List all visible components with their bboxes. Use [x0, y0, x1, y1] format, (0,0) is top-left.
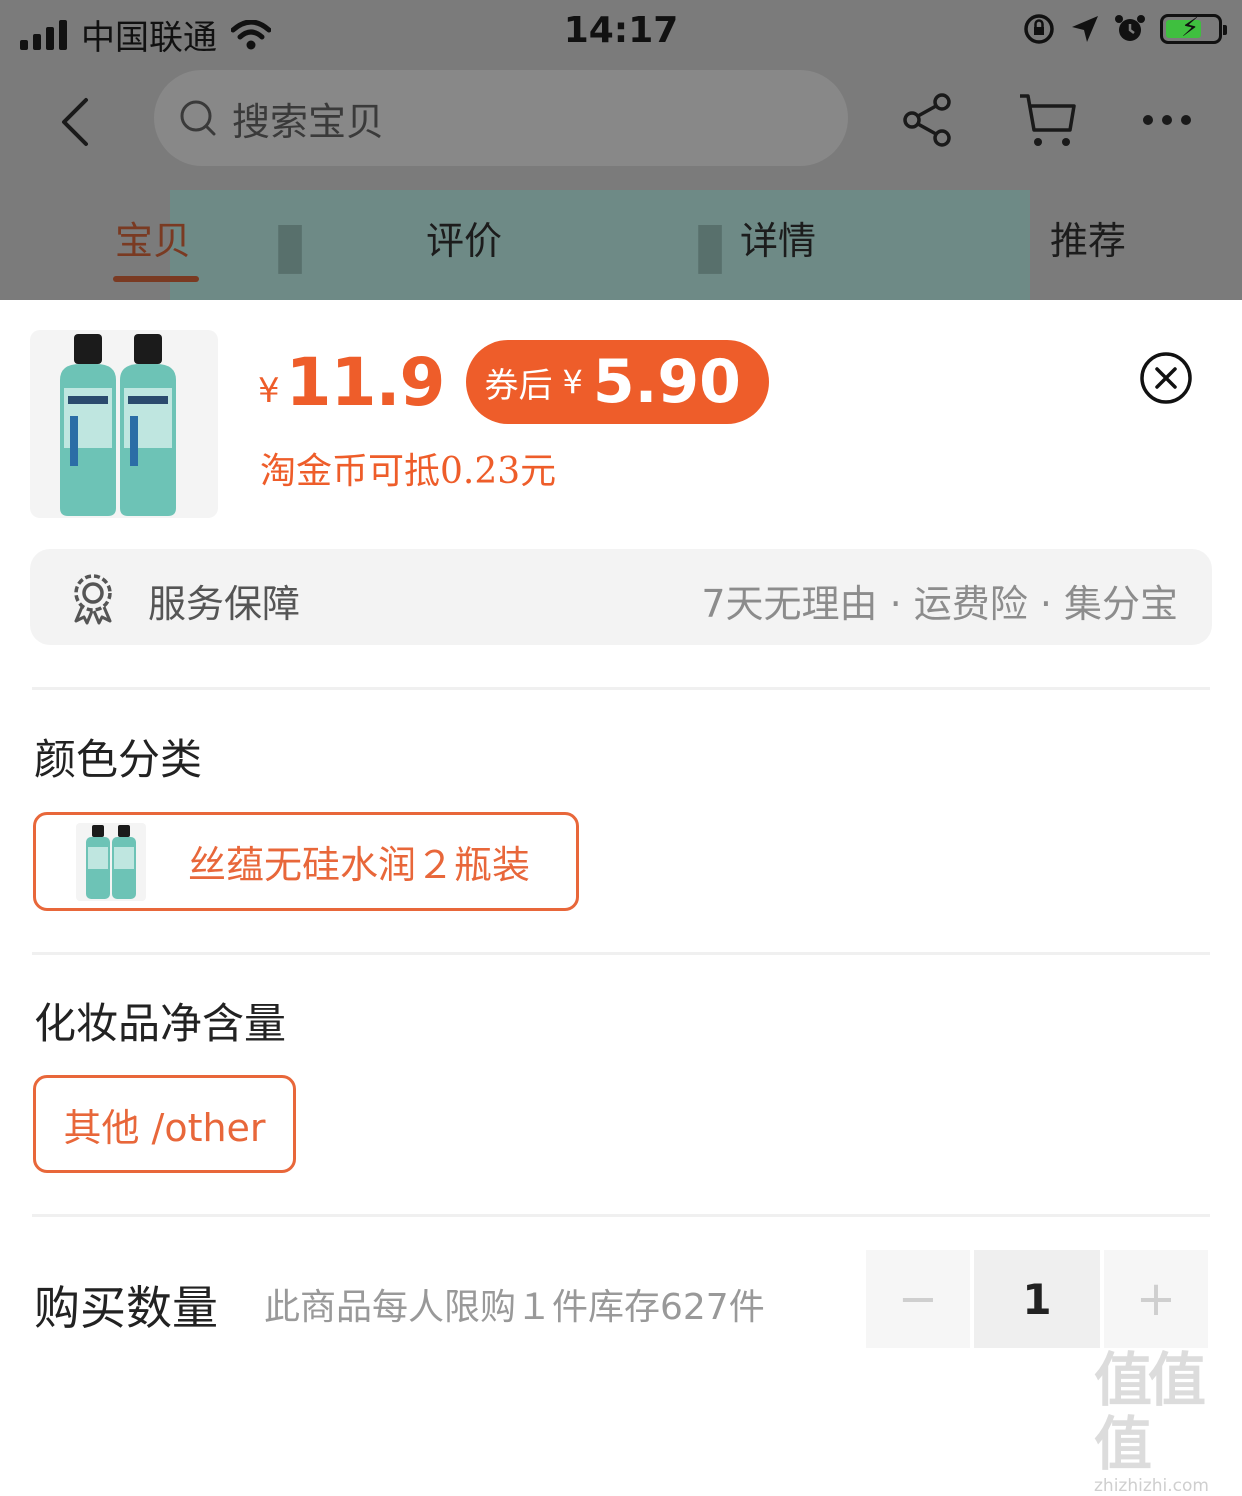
color-option-thumbnail [76, 822, 146, 901]
divider [32, 952, 1210, 955]
coupon-price-badge: 券后 ¥ 5.90 [466, 340, 769, 424]
color-section-title: 颜色分类 [34, 735, 203, 784]
shampoo-bottles-image [60, 334, 176, 516]
close-icon[interactable] [1138, 350, 1194, 406]
tab-bar: 宝贝 评价 详情 推荐 [0, 210, 1242, 300]
quantity-value[interactable]: 1 [974, 1250, 1100, 1348]
active-tab-indicator [113, 276, 199, 282]
tab-reviews[interactable]: 评价 [426, 210, 502, 265]
location-arrow-icon [1072, 16, 1098, 42]
product-thumbnail[interactable] [30, 330, 218, 518]
price-line: ¥ 11.9 券后 ¥ 5.90 [258, 340, 769, 424]
color-option-chip[interactable]: 丝蕴无硅水润２瓶装 [33, 812, 579, 911]
tab-details[interactable]: 详情 [740, 210, 816, 265]
volume-option-label: 其他 /other [63, 1105, 266, 1150]
search-bar[interactable]: 搜索宝贝 [154, 70, 848, 166]
background-page-overlay[interactable]: 中国联通 14:17 ⚡ 搜索宝贝 ▮ ▮ 宝贝 评价 详情 推荐 [0, 0, 1242, 300]
status-bar: 中国联通 14:17 ⚡ [0, 0, 1242, 64]
tab-baobei[interactable]: 宝贝 [115, 210, 191, 265]
quantity-limit-note: 此商品每人限购１件库存627件 [264, 1287, 765, 1328]
coupon-price-value: 5.90 [592, 347, 741, 417]
price-currency: ¥ [258, 371, 280, 411]
increment-button[interactable]: + [1104, 1250, 1208, 1348]
sku-selection-sheet: ¥ 11.9 券后 ¥ 5.90 淘金币可抵0.23元 服务保障 7天无理由 ·… [0, 300, 1242, 1440]
service-items: 7天无理由 · 运费险 · 集分宝 [701, 582, 1178, 626]
rotation-lock-icon [1024, 14, 1054, 44]
more-icon[interactable] [1138, 90, 1198, 150]
service-guarantee-row[interactable]: 服务保障 7天无理由 · 运费险 · 集分宝 [30, 549, 1212, 645]
tab-recommend[interactable]: 推荐 [1050, 210, 1126, 265]
watermark-logo: 值值值 zhizhizhi.com [1094, 1348, 1234, 1496]
divider [32, 1214, 1210, 1217]
service-title: 服务保障 [148, 582, 301, 626]
quantity-stepper: − 1 + [866, 1250, 1210, 1348]
badge-icon [74, 574, 112, 625]
search-placeholder: 搜索宝贝 [232, 99, 385, 144]
volume-section-title: 化妆品净含量 [34, 999, 287, 1048]
watermark-url: zhizhizhi.com [1094, 1476, 1209, 1496]
quantity-label: 购买数量 [34, 1281, 218, 1335]
back-icon[interactable] [50, 92, 110, 152]
decrement-button[interactable]: − [866, 1250, 970, 1348]
divider [32, 687, 1210, 690]
coupon-currency: ¥ [562, 363, 583, 401]
nav-bar: 搜索宝贝 [0, 64, 1242, 184]
search-icon [180, 100, 216, 136]
alarm-icon [1115, 15, 1145, 41]
coupon-label: 券后 [484, 365, 553, 406]
volume-option-chip[interactable]: 其他 /other [33, 1075, 296, 1173]
price-value: 11.9 [285, 343, 446, 421]
cart-icon[interactable] [1018, 90, 1078, 150]
taojinbi-discount-text: 淘金币可抵0.23元 [260, 451, 557, 492]
color-option-label: 丝蕴无硅水润２瓶装 [188, 843, 531, 887]
battery-icon: ⚡ [1160, 13, 1227, 44]
share-icon[interactable] [898, 90, 958, 150]
watermark-text: 值值值 [1094, 1346, 1206, 1478]
